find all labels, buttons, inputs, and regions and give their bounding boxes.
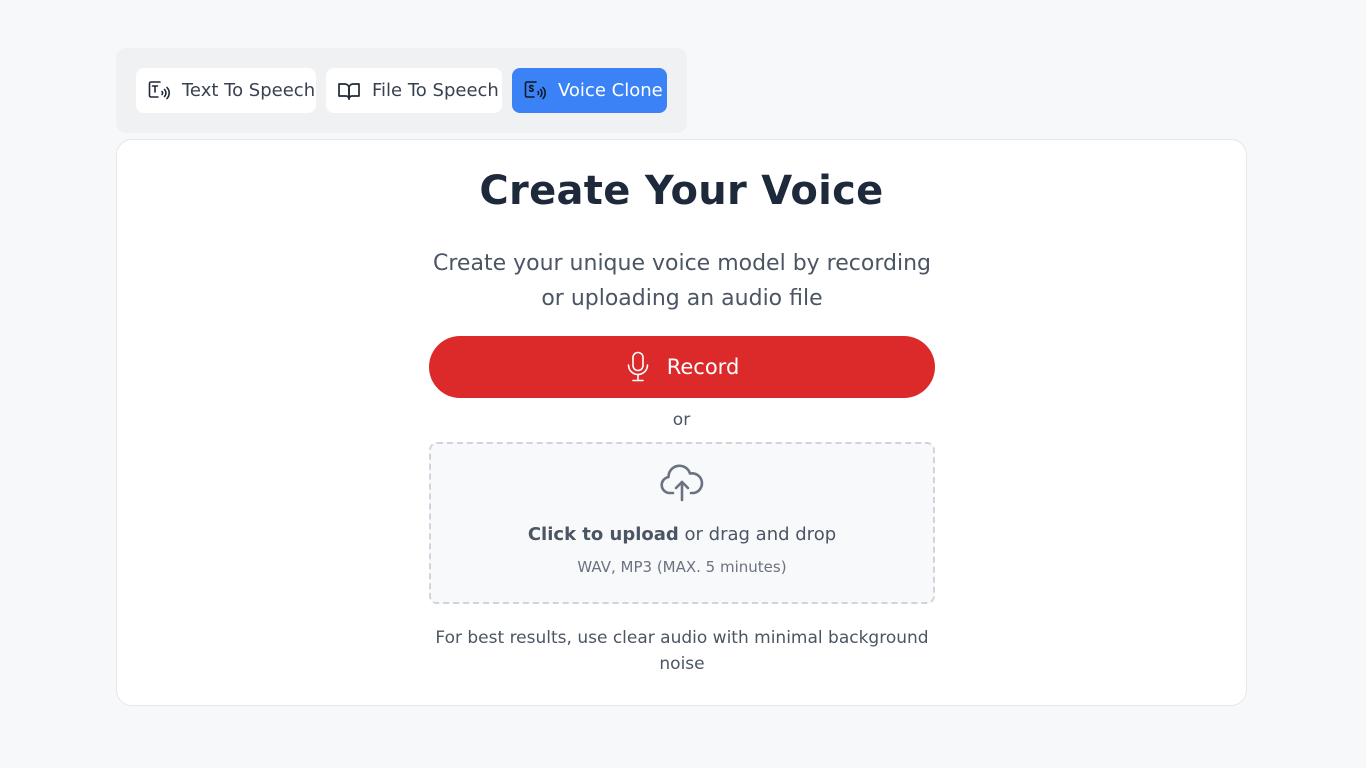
upload-format-hint: WAV, MP3 (MAX. 5 minutes) — [577, 558, 787, 576]
tab-voice-clone[interactable]: Voice Clone — [512, 68, 667, 113]
tab-text-to-speech[interactable]: Text To Speech — [136, 68, 316, 113]
upload-dropzone[interactable]: Click to upload or drag and drop WAV, MP… — [429, 442, 935, 604]
drag-drop-text: or drag and drop — [678, 524, 837, 545]
tab-file-to-speech[interactable]: File To Speech — [326, 68, 502, 113]
microphone-icon — [625, 351, 651, 383]
click-to-upload-link[interactable]: Click to upload — [528, 524, 679, 545]
tab-label: Voice Clone — [558, 80, 663, 101]
audio-quality-hint: For best results, use clear audio with m… — [435, 628, 929, 674]
or-separator: or — [672, 410, 691, 430]
page-subtitle: Create your unique voice model by record… — [433, 251, 931, 311]
tab-label: Text To Speech — [182, 80, 316, 101]
text-to-speech-icon — [147, 79, 171, 103]
record-label: Record — [666, 355, 740, 379]
page-title: Create Your Voice — [479, 168, 884, 214]
cloud-upload-icon — [660, 464, 704, 502]
mode-tabbar: Text To Speech File To Speech Voice Clon… — [116, 48, 687, 133]
record-button[interactable]: Record — [429, 336, 935, 398]
voice-clone-icon — [523, 79, 547, 103]
tab-label: File To Speech — [372, 80, 499, 101]
voice-clone-card: Create Your Voice Create your unique voi… — [116, 139, 1247, 706]
open-book-icon — [337, 79, 361, 103]
upload-instructions: Click to upload or drag and drop — [431, 524, 933, 545]
